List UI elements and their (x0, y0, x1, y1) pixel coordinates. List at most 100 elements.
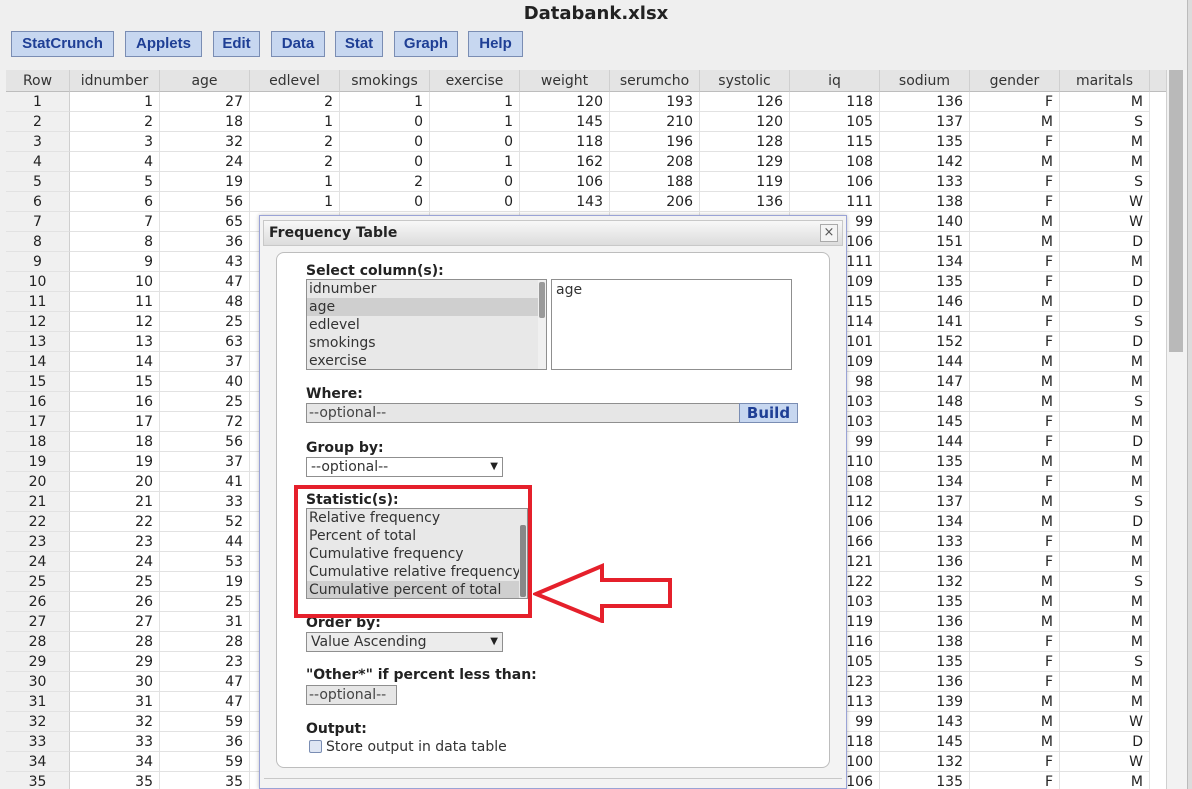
table-cell[interactable]: F (970, 652, 1060, 672)
column-header[interactable]: idnumber (70, 70, 160, 92)
table-cell[interactable]: 25 (160, 312, 250, 332)
table-cell[interactable]: 193 (610, 92, 700, 112)
table-cell[interactable]: 32 (70, 712, 160, 732)
table-cell[interactable]: 135 (880, 452, 970, 472)
table-cell[interactable]: 132 (880, 572, 970, 592)
table-cell[interactable]: M (1060, 692, 1150, 712)
table-cell[interactable]: 24 (160, 152, 250, 172)
table-cell[interactable]: 19 (160, 172, 250, 192)
table-cell[interactable]: 34 (70, 752, 160, 772)
table-cell[interactable]: 16 (70, 392, 160, 412)
table-cell[interactable]: 2 (340, 172, 430, 192)
table-cell[interactable]: S (1060, 652, 1150, 672)
table-cell[interactable]: 1 (430, 152, 520, 172)
table-cell[interactable]: 36 (160, 732, 250, 752)
table-cell[interactable]: D (1060, 292, 1150, 312)
table-cell[interactable]: 0 (340, 132, 430, 152)
table-cell[interactable]: 32 (160, 132, 250, 152)
table-cell[interactable]: 196 (610, 132, 700, 152)
table-cell[interactable]: 135 (880, 592, 970, 612)
table-cell[interactable]: M (970, 292, 1060, 312)
table-cell[interactable]: F (970, 772, 1060, 789)
table-cell[interactable]: 137 (880, 112, 970, 132)
table-cell[interactable]: S (1060, 572, 1150, 592)
table-cell[interactable]: W (1060, 752, 1150, 772)
where-input[interactable]: --optional-- (306, 403, 740, 423)
table-cell[interactable]: 33 (160, 492, 250, 512)
table-cell[interactable]: 120 (520, 92, 610, 112)
table-cell[interactable]: 59 (160, 712, 250, 732)
table-cell[interactable]: M (1060, 352, 1150, 372)
table-cell[interactable]: F (970, 252, 1060, 272)
table-cell[interactable]: 56 (160, 192, 250, 212)
table-cell[interactable]: 0 (430, 132, 520, 152)
table-cell[interactable]: 119 (700, 172, 790, 192)
table-cell[interactable]: 0 (340, 192, 430, 212)
table-cell[interactable]: 11 (70, 292, 160, 312)
table-cell[interactable]: 14 (70, 352, 160, 372)
table-cell[interactable]: M (970, 612, 1060, 632)
table-cell[interactable]: 1 (250, 112, 340, 132)
table-cell[interactable]: 1 (340, 92, 430, 112)
menu-data[interactable]: Data (271, 31, 325, 57)
table-cell[interactable]: 18 (70, 432, 160, 452)
table-cell[interactable]: 2 (250, 132, 340, 152)
table-cell[interactable]: 208 (610, 152, 700, 172)
table-cell[interactable]: F (970, 172, 1060, 192)
table-cell[interactable]: F (970, 752, 1060, 772)
list-item[interactable]: idnumber (307, 280, 546, 298)
table-cell[interactable]: 0 (430, 172, 520, 192)
table-cell[interactable]: W (1060, 192, 1150, 212)
table-cell[interactable]: M (1060, 612, 1150, 632)
table-cell[interactable]: 137 (880, 492, 970, 512)
table-cell[interactable]: M (970, 392, 1060, 412)
menu-stat[interactable]: Stat (335, 31, 383, 57)
table-cell[interactable]: W (1060, 712, 1150, 732)
group-by-select[interactable]: --optional-- ▼ (306, 457, 503, 477)
table-cell[interactable]: D (1060, 512, 1150, 532)
table-cell[interactable]: F (970, 672, 1060, 692)
table-cell[interactable]: F (970, 472, 1060, 492)
column-header[interactable]: serumcho (610, 70, 700, 92)
table-cell[interactable]: 2 (250, 92, 340, 112)
table-cell[interactable]: 1 (430, 112, 520, 132)
table-cell[interactable]: M (1060, 532, 1150, 552)
table-cell[interactable]: 47 (160, 692, 250, 712)
table-cell[interactable]: 135 (880, 272, 970, 292)
column-header[interactable]: edlevel (250, 70, 340, 92)
table-cell[interactable]: 206 (610, 192, 700, 212)
table-cell[interactable]: 134 (880, 512, 970, 532)
table-cell[interactable]: 47 (160, 272, 250, 292)
list-item[interactable]: age (307, 298, 546, 316)
table-cell[interactable]: 136 (880, 612, 970, 632)
table-cell[interactable]: 140 (880, 212, 970, 232)
table-cell[interactable]: M (1060, 452, 1150, 472)
table-cell[interactable]: 10 (70, 272, 160, 292)
table-cell[interactable]: M (970, 492, 1060, 512)
table-cell[interactable]: S (1060, 172, 1150, 192)
table-cell[interactable]: 136 (880, 552, 970, 572)
table-cell[interactable]: 8 (70, 232, 160, 252)
table-cell[interactable]: 0 (340, 112, 430, 132)
menu-statcrunch[interactable]: StatCrunch (11, 31, 114, 57)
menu-applets[interactable]: Applets (125, 31, 202, 57)
column-header[interactable]: smokings (340, 70, 430, 92)
table-cell[interactable]: 5 (70, 172, 160, 192)
table-cell[interactable]: 37 (160, 352, 250, 372)
table-cell[interactable]: M (1060, 772, 1150, 789)
table-cell[interactable]: 108 (790, 152, 880, 172)
table-cell[interactable]: 19 (160, 572, 250, 592)
table-cell[interactable]: 143 (520, 192, 610, 212)
column-header[interactable]: systolic (700, 70, 790, 92)
table-cell[interactable]: S (1060, 492, 1150, 512)
table-cell[interactable]: 133 (880, 172, 970, 192)
table-cell[interactable]: M (970, 352, 1060, 372)
column-header[interactable]: weight (520, 70, 610, 92)
table-cell[interactable]: 145 (880, 412, 970, 432)
table-cell[interactable]: 135 (880, 132, 970, 152)
table-cell[interactable]: 1 (250, 192, 340, 212)
table-cell[interactable]: 15 (70, 372, 160, 392)
table-cell[interactable]: 20 (70, 472, 160, 492)
table-cell[interactable]: M (970, 212, 1060, 232)
table-cell[interactable]: 144 (880, 432, 970, 452)
